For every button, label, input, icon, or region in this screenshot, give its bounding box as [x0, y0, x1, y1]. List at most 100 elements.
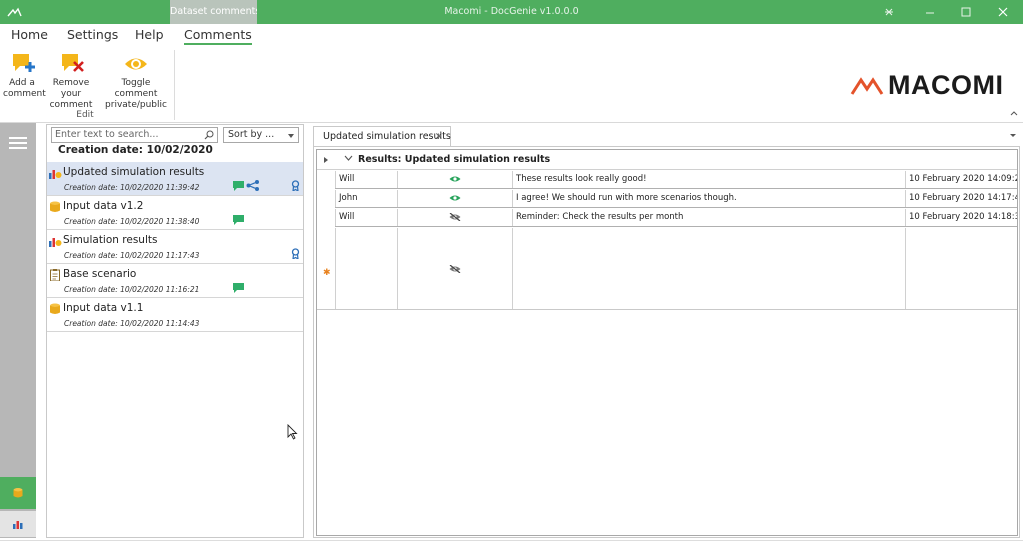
- cell-comment[interactable]: I agree! We should run with more scenari…: [512, 190, 905, 207]
- add-comment-label-1: Add a: [9, 78, 35, 88]
- close-tab-icon[interactable]: ×: [435, 131, 443, 142]
- new-row-marker: ✱: [323, 268, 331, 278]
- cell-user[interactable]: Will: [335, 171, 397, 188]
- database-icon: [50, 201, 60, 212]
- hamburger-menu-icon[interactable]: [9, 137, 27, 149]
- chevron-down-icon[interactable]: [344, 155, 353, 161]
- collapse-ribbon-icon[interactable]: [1009, 108, 1019, 118]
- cell-timestamp[interactable]: 10 February 2020 14:17:41: [905, 190, 1017, 207]
- tab-home[interactable]: Home: [11, 27, 48, 42]
- minimize-icon: [926, 12, 934, 14]
- cell-visibility-new[interactable]: [397, 228, 512, 310]
- cell-timestamp[interactable]: 10 February 2020 14:09:20: [905, 171, 1017, 188]
- dataset-list: Updated simulation results Creation date…: [47, 162, 303, 332]
- toggle-visibility-label-2: private/public: [105, 100, 167, 110]
- cell-user-new[interactable]: [335, 228, 397, 310]
- list-item[interactable]: Input data v1.2 Creation date: 10/02/202…: [47, 196, 303, 230]
- maximize-button[interactable]: [948, 0, 984, 24]
- tab-comments[interactable]: Comments: [184, 27, 252, 45]
- remove-comment-label-1: Remove your: [52, 78, 90, 99]
- list-item[interactable]: Base scenario Creation date: 10/02/2020 …: [47, 264, 303, 298]
- close-button[interactable]: [985, 0, 1021, 24]
- row-divider: [335, 207, 1017, 208]
- add-comment-label-2: comment: [3, 89, 46, 99]
- cell-visibility[interactable]: [397, 209, 512, 226]
- app-window: Macomi - DocGenie v1.0.0.0 Dataset comme…: [0, 0, 1023, 548]
- group-row[interactable]: Results: Updated simulation results: [317, 150, 1017, 170]
- app-logo-icon: [7, 7, 22, 17]
- dataset-date: Creation date: 10/02/2020 11:17:43: [64, 251, 200, 260]
- dataset-title: Base scenario: [63, 268, 137, 280]
- cell-user[interactable]: John: [335, 190, 397, 207]
- row-divider: [335, 226, 1017, 227]
- dataset-list-panel: Enter text to search... Sort by ... Crea…: [46, 124, 304, 538]
- cell-timestamp-new[interactable]: [905, 228, 1017, 310]
- eye-icon: [449, 195, 461, 201]
- row-divider: [335, 188, 1017, 189]
- tab-help[interactable]: Help: [135, 27, 164, 42]
- remove-comment-label-2: comment: [49, 100, 93, 110]
- rail-item-datasets[interactable]: [0, 477, 36, 509]
- context-tab-label: Dataset comments: [170, 0, 257, 24]
- ribbon-group-label-edit: Edit: [76, 110, 94, 120]
- rail-item-results[interactable]: [0, 511, 36, 537]
- grid-bottom-line: [317, 309, 1017, 310]
- cell-comment[interactable]: These results look really good!: [512, 171, 905, 188]
- ribbon-icon: [291, 180, 300, 191]
- dataset-title: Input data v1.2: [63, 200, 144, 212]
- document-body: Results: Updated simulation results Will…: [313, 146, 1020, 538]
- remove-comment-button[interactable]: Remove your comment: [43, 52, 99, 111]
- mouse-cursor-icon: [287, 424, 298, 440]
- comments-grid: Results: Updated simulation results Will…: [316, 149, 1018, 536]
- date-group-header: Creation date: 10/02/2020: [58, 144, 213, 156]
- remove-comment-icon: [62, 54, 84, 72]
- dataset-date: Creation date: 10/02/2020 11:16:21: [64, 285, 200, 294]
- sort-by-label: Sort by ...: [228, 129, 275, 140]
- add-comment-button[interactable]: Add a comment: [3, 52, 46, 100]
- database-icon: [50, 303, 60, 314]
- add-comment-icon: [13, 54, 35, 72]
- list-item[interactable]: Input data v1.1 Creation date: 10/02/202…: [47, 298, 303, 332]
- dataset-date: Creation date: 10/02/2020 11:14:43: [64, 319, 200, 328]
- toggle-visibility-button[interactable]: Toggle comment private/public: [101, 52, 171, 111]
- tab-settings[interactable]: Settings: [67, 27, 118, 42]
- toggle-visibility-label-1: Toggle comment: [114, 78, 158, 99]
- dataset-title: Simulation results: [63, 234, 158, 246]
- brand-mark-icon: [850, 77, 884, 95]
- pin-icon: [885, 8, 893, 16]
- table-row[interactable]: Will Reminder: Check the results per mon…: [317, 209, 1017, 226]
- tabs-dropdown-icon[interactable]: [1010, 134, 1016, 137]
- dataset-date: Creation date: 10/02/2020 11:38:40: [64, 217, 200, 226]
- eye-icon: [449, 176, 461, 182]
- window-title: Macomi - DocGenie v1.0.0.0: [444, 6, 579, 17]
- eye-icon: [125, 58, 147, 70]
- cell-timestamp[interactable]: 10 February 2020 14:18:32: [905, 209, 1017, 226]
- list-item[interactable]: Updated simulation results Creation date…: [47, 162, 303, 196]
- sort-by-dropdown[interactable]: Sort by ...: [223, 127, 299, 143]
- ribbon-icon: [291, 248, 300, 259]
- list-item[interactable]: Simulation results Creation date: 10/02/…: [47, 230, 303, 264]
- tab-updated-simulation-results[interactable]: Updated simulation results ×: [313, 126, 451, 147]
- cell-comment[interactable]: Reminder: Check the results per month: [512, 209, 905, 226]
- new-row[interactable]: ✱: [317, 228, 1017, 310]
- maximize-icon: [961, 7, 971, 17]
- cell-user[interactable]: Will: [335, 209, 397, 226]
- share-icon: [246, 180, 259, 191]
- cell-visibility[interactable]: [397, 190, 512, 207]
- search-placeholder: Enter text to search...: [55, 129, 159, 140]
- table-row[interactable]: Will These results look really good! 10 …: [317, 171, 1017, 188]
- search-input[interactable]: Enter text to search...: [51, 127, 218, 143]
- dataset-date: Creation date: 10/02/2020 11:39:42: [64, 183, 200, 192]
- ribbon-divider: [0, 122, 1023, 123]
- ribbon-tabs: Home Settings Help Comments: [0, 24, 1023, 46]
- cell-comment-new[interactable]: [512, 228, 905, 310]
- results-chart-icon: [49, 238, 62, 247]
- minimize-button[interactable]: [912, 0, 948, 24]
- brand-wordmark: MACOMI: [888, 69, 1004, 100]
- ribbon: Add a comment Remove your comment Toggle…: [0, 46, 1023, 122]
- cell-visibility[interactable]: [397, 171, 512, 188]
- pin-button[interactable]: [871, 0, 907, 24]
- table-row[interactable]: John I agree! We should run with more sc…: [317, 190, 1017, 207]
- results-chart-icon: [49, 170, 62, 179]
- navigation-rail: [0, 123, 36, 538]
